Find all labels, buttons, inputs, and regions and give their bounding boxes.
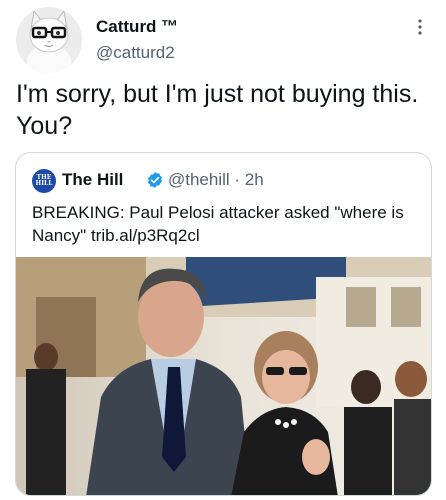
the-hill-logo: THE HILL [32,169,56,193]
author-name[interactable]: Catturd ™ [96,17,178,37]
quoted-handle-time: @thehill · 2h [168,170,264,189]
quoted-tweet-card[interactable]: THE HILL The Hill @thehill · 2h BREAKING… [15,152,432,496]
more-icon[interactable] [412,17,428,37]
author-handle[interactable]: @catturd2 [96,43,175,63]
tweet[interactable]: Catturd ™ @catturd2 I'm sorry, but I'm j… [0,0,446,500]
quoted-photo[interactable] [16,257,431,495]
tweet-text: I'm sorry, but I'm just not buying this.… [16,80,419,140]
quoted-tweet-text: BREAKING: Paul Pelosi attacker asked "wh… [32,203,404,245]
news-photo [16,257,431,495]
avatar[interactable] [16,7,82,73]
cat-avatar-image [16,7,82,73]
verified-badge-icon [146,171,164,189]
quoted-author-name[interactable]: The Hill [62,170,123,190]
